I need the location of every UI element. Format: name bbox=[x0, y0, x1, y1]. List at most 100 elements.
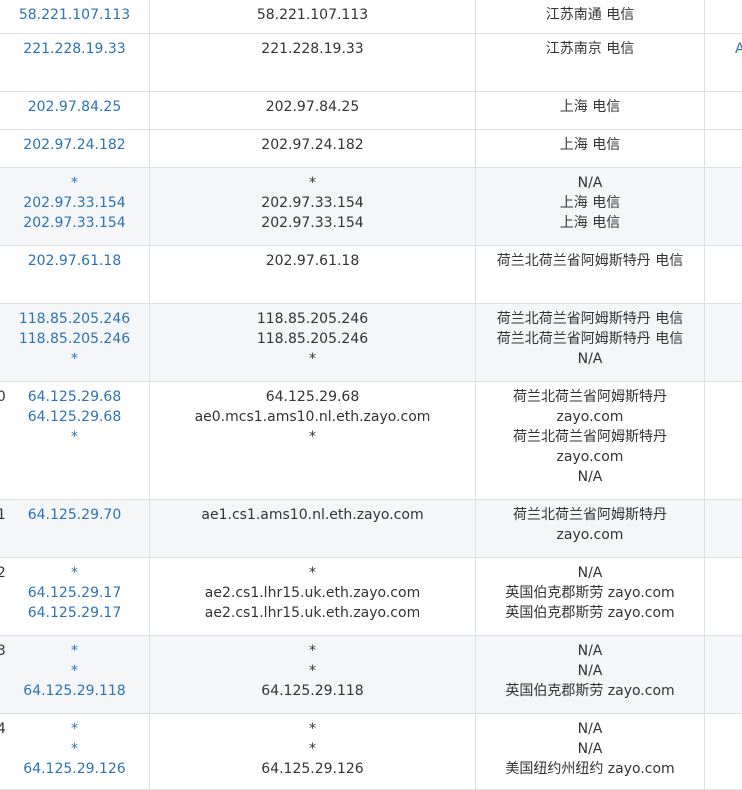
location-cell-line: N/A bbox=[577, 663, 603, 679]
table-row: 13**64.125.29.118**64.125.29.118N/AN/A英国… bbox=[0, 636, 742, 714]
ip-cell-line[interactable]: 64.125.29.126 bbox=[0, 759, 149, 779]
ip-cell-line[interactable]: 202.97.84.25 bbox=[0, 97, 149, 117]
location-cell: 江苏南通 电信 bbox=[476, 0, 705, 33]
hostname-cell-line: 64.125.29.126 bbox=[261, 761, 364, 777]
location-cell: 上海 电信 bbox=[476, 92, 705, 129]
location-cell-line: 美国纽约州纽约 zayo.com bbox=[505, 761, 675, 777]
location-cell-line: zayo.com bbox=[556, 527, 624, 543]
hostname-cell-line: * bbox=[309, 565, 316, 581]
extra-cell bbox=[705, 92, 742, 129]
hostname-cell-line: 221.228.19.33 bbox=[261, 41, 364, 57]
location-cell-line: 上海 电信 bbox=[559, 215, 621, 231]
hostname-cell-line: * bbox=[309, 351, 316, 367]
location-cell-line: zayo.com bbox=[556, 409, 624, 425]
location-cell: 荷兰北荷兰省阿姆斯特丹 电信 荷兰北荷兰省阿姆斯特丹 电信 N/A bbox=[476, 304, 705, 381]
hostname-cell: 64.125.29.68 ae0.mcs1.ams10.nl.eth.zayo.c… bbox=[150, 382, 476, 499]
ip-cell-line[interactable]: 221.228.19.33 bbox=[0, 39, 149, 59]
ip-cell-line[interactable]: 64.125.29.17 bbox=[0, 583, 149, 603]
hostname-cell-line: 64.125.29.118 bbox=[261, 683, 364, 699]
ip-cell-line[interactable]: 64.125.29.68 bbox=[0, 407, 149, 427]
table-row: 8202.97.61.18202.97.61.18荷兰北荷兰省阿姆斯特丹 电信 bbox=[0, 246, 742, 304]
hostname-cell: * * 64.125.29.126 bbox=[150, 714, 476, 789]
location-cell-line: 江苏南京 电信 bbox=[545, 41, 635, 57]
hostname-cell: 118.85.205.246 118.85.205.246 * bbox=[150, 304, 476, 381]
hostname-cell: 58.221.107.113 bbox=[150, 0, 476, 33]
hostname-cell-line: 202.97.33.154 bbox=[261, 215, 364, 231]
ip-cell: * 64.125.29.17 64.125.29.17 bbox=[0, 558, 150, 635]
ip-cell: * * 64.125.29.126 bbox=[0, 714, 150, 789]
location-cell: 荷兰北荷兰省阿姆斯特丹 电信 bbox=[476, 246, 705, 303]
ip-cell: 64.125.29.68 64.125.29.68 * bbox=[0, 382, 150, 499]
location-cell-line: 江苏南通 电信 bbox=[545, 7, 635, 23]
hostname-cell-line: ae1.cs1.ams10.nl.eth.zayo.com bbox=[201, 507, 424, 523]
hostname-cell-line: * bbox=[309, 741, 316, 757]
ip-cell-line[interactable]: 202.97.61.18 bbox=[0, 251, 149, 271]
table-row: 7*202.97.33.154202.97.33.154*202.97.33.1… bbox=[0, 168, 742, 246]
location-cell-line: 英国伯克郡斯劳 zayo.com bbox=[505, 683, 675, 699]
hostname-cell: ae1.cs1.ams10.nl.eth.zayo.com bbox=[150, 500, 476, 557]
location-cell: 荷兰北荷兰省阿姆斯特丹 zayo.com 荷兰北荷兰省阿姆斯特丹 zayo.com N/… bbox=[476, 382, 705, 499]
ip-cell-line[interactable]: 202.97.33.154 bbox=[0, 213, 149, 233]
table-row: 4221.228.19.33221.228.19.33江苏南京 电信A bbox=[0, 34, 742, 92]
extra-cell bbox=[705, 0, 742, 33]
location-cell-line: 上海 电信 bbox=[559, 99, 621, 115]
extra-cell bbox=[705, 636, 742, 713]
location-cell: N/A 英国伯克郡斯劳 zayo.com 英国伯克郡斯劳 zayo.com bbox=[476, 558, 705, 635]
ip-cell-line[interactable]: 64.125.29.17 bbox=[0, 603, 149, 623]
table-row: 1064.125.29.6864.125.29.68*64.125.29.68a… bbox=[0, 382, 742, 500]
location-cell-line: 荷兰北荷兰省阿姆斯特丹 bbox=[513, 507, 667, 523]
ip-cell-line: * bbox=[71, 663, 78, 679]
location-cell-line: 荷兰北荷兰省阿姆斯特丹 电信 bbox=[496, 331, 684, 347]
location-cell-line: 荷兰北荷兰省阿姆斯特丹 bbox=[513, 389, 667, 405]
ip-cell-line[interactable]: 118.85.205.246 bbox=[0, 309, 149, 329]
location-cell-line: N/A bbox=[577, 351, 603, 367]
hostname-cell-line: 58.221.107.113 bbox=[256, 7, 369, 23]
location-cell-line: 英国伯克郡斯劳 zayo.com bbox=[505, 585, 675, 601]
hostname-cell-line: 202.97.61.18 bbox=[265, 253, 360, 269]
ip-cell: 202.97.61.18 bbox=[0, 246, 150, 303]
extra-cell bbox=[705, 304, 742, 381]
location-cell-line: N/A bbox=[577, 721, 603, 737]
ip-cell-line[interactable]: 64.125.29.118 bbox=[0, 681, 149, 701]
table-row: 5202.97.84.25202.97.84.25上海 电信 bbox=[0, 92, 742, 130]
ip-cell: 64.125.29.70 bbox=[0, 500, 150, 557]
location-cell-line: 荷兰北荷兰省阿姆斯特丹 电信 bbox=[496, 253, 684, 269]
location-cell-line: 上海 电信 bbox=[559, 195, 621, 211]
location-cell: N/A N/A 美国纽约州纽约 zayo.com bbox=[476, 714, 705, 789]
extra-cell bbox=[705, 500, 742, 557]
hostname-cell: 202.97.84.25 bbox=[150, 92, 476, 129]
extra-cell bbox=[705, 714, 742, 789]
hostname-cell-line: * bbox=[309, 429, 316, 445]
hostname-cell-line: 202.97.84.25 bbox=[265, 99, 360, 115]
ip-cell-line: * bbox=[71, 643, 78, 659]
extra-cell bbox=[705, 558, 742, 635]
location-cell-line: N/A bbox=[577, 175, 603, 191]
traceroute-table: 358.221.107.11358.221.107.113江苏南通 电信4221… bbox=[0, 0, 742, 790]
ip-cell-line[interactable]: 118.85.205.246 bbox=[0, 329, 149, 349]
hostname-cell-line: * bbox=[309, 175, 316, 191]
ip-cell: 221.228.19.33 bbox=[0, 34, 150, 91]
location-cell-line: 上海 电信 bbox=[559, 137, 621, 153]
location-cell-line: 荷兰北荷兰省阿姆斯特丹 电信 bbox=[496, 311, 684, 327]
ip-cell-line[interactable]: 202.97.24.182 bbox=[0, 135, 149, 155]
ip-cell-line[interactable]: 64.125.29.68 bbox=[0, 387, 149, 407]
ip-cell: 202.97.24.182 bbox=[0, 130, 150, 167]
extra-cell bbox=[705, 246, 742, 303]
hostname-cell: 202.97.61.18 bbox=[150, 246, 476, 303]
hostname-cell: * 202.97.33.154 202.97.33.154 bbox=[150, 168, 476, 245]
ip-cell-line: * bbox=[71, 565, 78, 581]
ip-cell-line[interactable]: 64.125.29.70 bbox=[0, 505, 149, 525]
table-row: 9118.85.205.246118.85.205.246*118.85.205… bbox=[0, 304, 742, 382]
location-cell: 江苏南京 电信 bbox=[476, 34, 705, 91]
hostname-cell: 202.97.24.182 bbox=[150, 130, 476, 167]
location-cell-line: N/A bbox=[577, 469, 603, 485]
table-row: 12*64.125.29.1764.125.29.17*ae2.cs1.lhr1… bbox=[0, 558, 742, 636]
hostname-cell-line: * bbox=[309, 663, 316, 679]
ip-cell-line[interactable]: 58.221.107.113 bbox=[0, 5, 149, 25]
ip-cell: * * 64.125.29.118 bbox=[0, 636, 150, 713]
location-cell-line: N/A bbox=[577, 741, 603, 757]
ip-cell-line[interactable]: 202.97.33.154 bbox=[0, 193, 149, 213]
location-cell: 荷兰北荷兰省阿姆斯特丹 zayo.com bbox=[476, 500, 705, 557]
hostname-cell: 221.228.19.33 bbox=[150, 34, 476, 91]
hostname-cell-line: ae2.cs1.lhr15.uk.eth.zayo.com bbox=[204, 605, 421, 621]
